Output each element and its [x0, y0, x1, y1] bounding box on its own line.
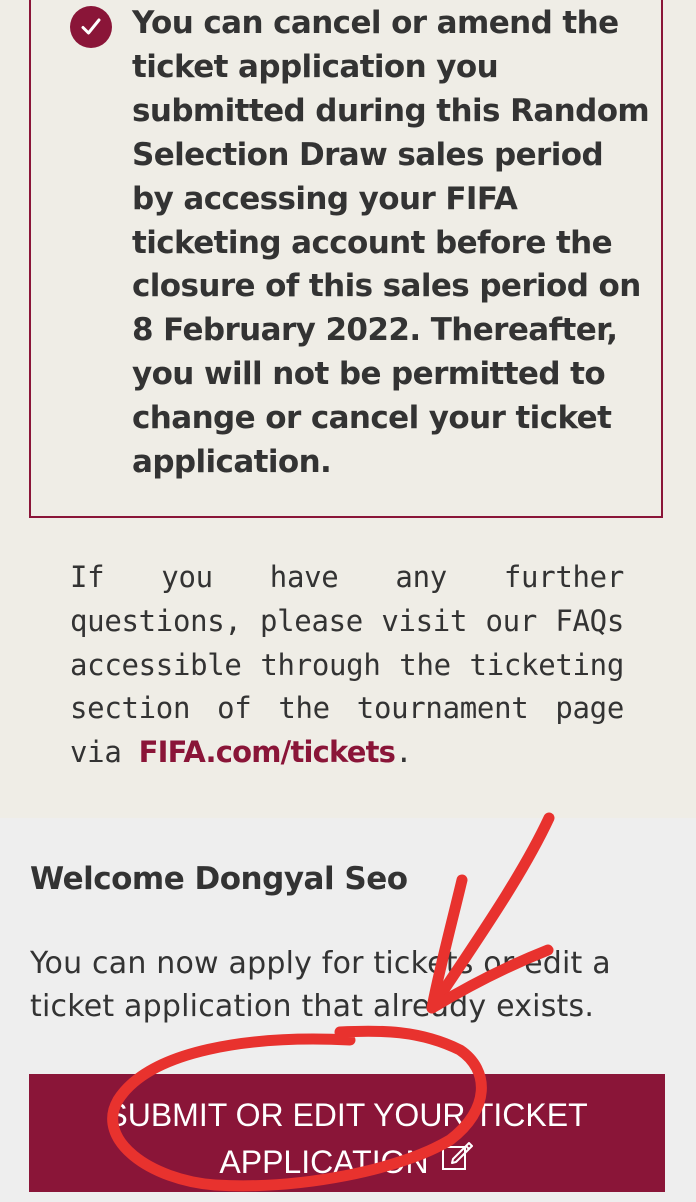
edit-icon — [441, 1137, 475, 1184]
checkmark-circle-icon — [70, 6, 112, 48]
submit-button-label: SUBMIT OR EDIT YOUR TICKET APPLICATION — [106, 1097, 588, 1180]
submit-ticket-application-button[interactable]: SUBMIT OR EDIT YOUR TICKET APPLICATION — [29, 1074, 665, 1192]
welcome-text: You can now apply for tickets or edit a … — [30, 946, 611, 1024]
faq-paragraph: If you have any further questions, pleas… — [70, 556, 624, 775]
faq-text-end: . — [395, 735, 413, 770]
notice-text: You can cancel or amend the ticket appli… — [132, 5, 650, 481]
faq-link[interactable]: FIFA.com/tickets — [139, 735, 396, 769]
welcome-title: Welcome Dongyal Seo — [30, 861, 408, 897]
